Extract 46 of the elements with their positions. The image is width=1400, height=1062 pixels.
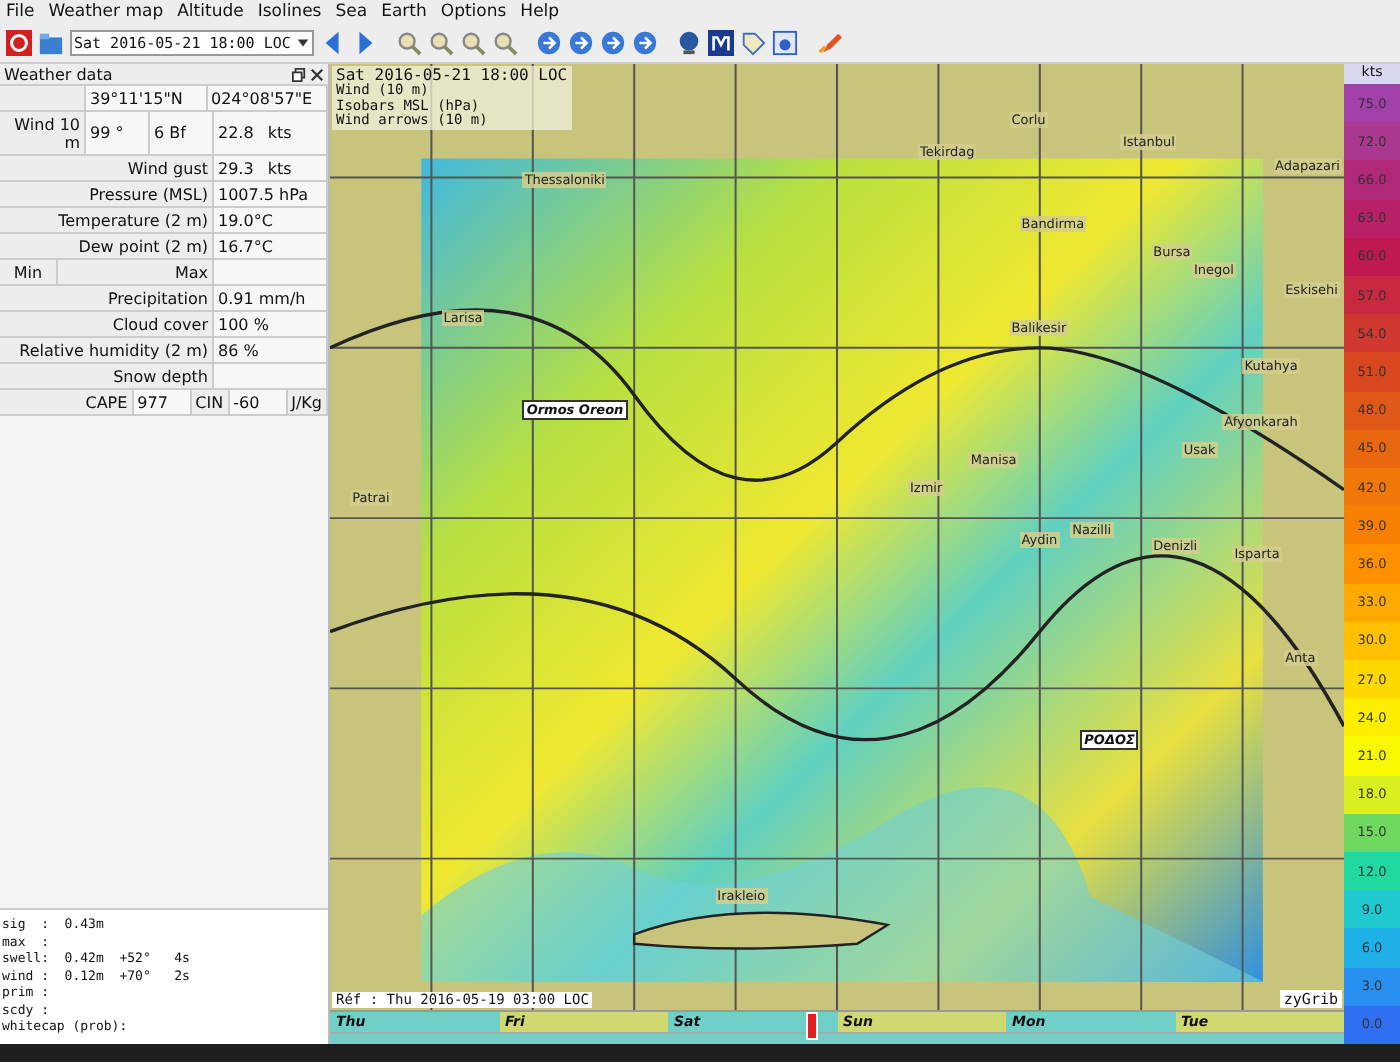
- wind-unit: kts: [267, 124, 292, 142]
- close-icon[interactable]: [310, 67, 324, 81]
- zoom-icon[interactable]: [492, 30, 518, 56]
- gust-unit: kts: [267, 159, 292, 177]
- menu-item[interactable]: Sea: [335, 2, 368, 22]
- field-value: 1007.5 hPa: [214, 182, 328, 206]
- cin-value: -60: [229, 390, 288, 414]
- panel-title: Weather data: [4, 65, 113, 83]
- circle-arrow-icon[interactable]: [568, 30, 594, 56]
- menu-item[interactable]: Isolines: [257, 2, 322, 22]
- map-legend-text: Sat 2016-05-21 18:00 LOC: [336, 66, 568, 84]
- menu-item[interactable]: Help: [520, 2, 560, 22]
- zoom-icon[interactable]: [460, 30, 486, 56]
- field-value: 0.91 mm/h: [214, 286, 328, 310]
- wind-direction: 99 °: [86, 112, 150, 154]
- wind-beaufort: 6 Bf: [150, 112, 214, 154]
- wind-speed: 22.8: [218, 124, 254, 142]
- menu-item[interactable]: Altitude: [177, 2, 244, 22]
- globe-icon[interactable]: [676, 30, 702, 56]
- latitude-value: 39°11'15"N: [86, 86, 207, 110]
- dropdown-arrow-icon: [296, 36, 310, 50]
- zoom-icon[interactable]: [396, 30, 422, 56]
- float-icon[interactable]: [292, 67, 306, 81]
- zoom-icon[interactable]: [428, 30, 454, 56]
- m-icon[interactable]: [708, 30, 734, 56]
- circle-arrow-icon[interactable]: [632, 30, 658, 56]
- menu-item[interactable]: Options: [440, 2, 507, 22]
- timeline-handle[interactable]: [806, 1012, 819, 1040]
- min-label: Min: [0, 260, 58, 284]
- menu-item[interactable]: File: [6, 2, 35, 22]
- folder-icon[interactable]: [38, 30, 64, 56]
- menu-item[interactable]: Earth: [381, 2, 427, 22]
- longitude-value: 024°08'57"E: [207, 86, 328, 110]
- gust-value: 29.3: [218, 159, 254, 177]
- field-value: 86 %: [214, 338, 328, 362]
- tag-icon[interactable]: [740, 30, 766, 56]
- field-value: 100 %: [214, 312, 328, 336]
- rocket-icon[interactable]: [816, 30, 842, 56]
- quit-icon[interactable]: [6, 30, 32, 56]
- circle-arrow-icon[interactable]: [536, 30, 562, 56]
- cape-value: 977: [133, 390, 192, 414]
- field-value: 16.7°C: [214, 234, 328, 258]
- window-icon[interactable]: [772, 30, 798, 56]
- menu-item[interactable]: Weather map: [48, 2, 164, 22]
- circle-arrow-icon[interactable]: [600, 30, 626, 56]
- field-value: 19.0°C: [214, 208, 328, 232]
